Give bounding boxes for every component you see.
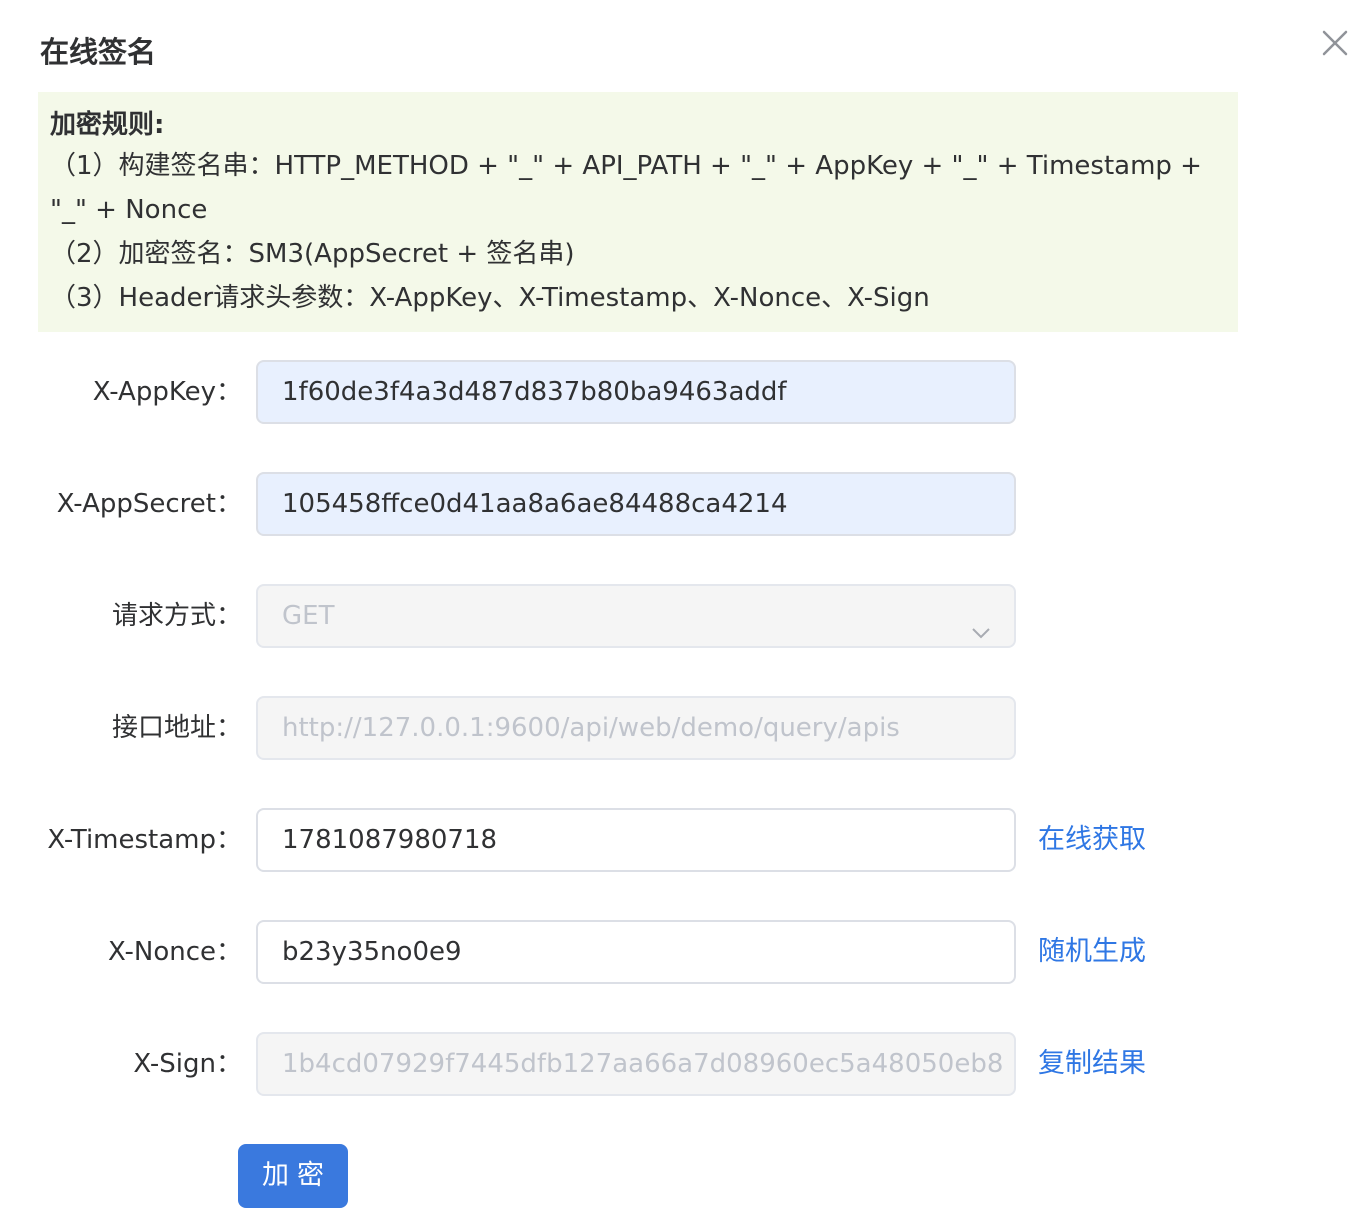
appsecret-input[interactable]: 105458ffce0d41aa8a6ae84488ca4214 xyxy=(256,472,1016,536)
timestamp-label: X-Timestamp： xyxy=(47,825,242,855)
appkey-label: X-AppKey： xyxy=(92,377,242,407)
encryption-rules-panel: 加密规则: （1）构建签名串：HTTP_METHOD + "_" + API_P… xyxy=(38,92,1238,332)
rule-line-1: （1）构建签名串：HTTP_METHOD + "_" + API_PATH + … xyxy=(50,151,1202,181)
timestamp-input[interactable]: 1781087980718 xyxy=(256,808,1016,872)
copy-result-link[interactable]: 复制结果 xyxy=(1038,1032,1146,1096)
nonce-label: X-Nonce： xyxy=(107,937,242,967)
fetch-timestamp-link[interactable]: 在线获取 xyxy=(1038,808,1146,872)
sign-row: X-Sign： 1b4cd07929f7445dfb127aa66a7d0896… xyxy=(0,1032,1350,1096)
appsecret-label: X-AppSecret： xyxy=(56,489,242,519)
sign-output[interactable]: 1b4cd07929f7445dfb127aa66a7d08960ec5a480… xyxy=(256,1032,1016,1096)
online-sign-dialog: 在线签名 加密规则: （1）构建签名串：HTTP_METHOD + "_" + … xyxy=(0,0,1350,1232)
rules-title: 加密规则: xyxy=(50,110,165,140)
appkey-input[interactable]: 1f60de3f4a3d487d837b80ba9463addf xyxy=(256,360,1016,424)
appsecret-row: X-AppSecret： 105458ffce0d41aa8a6ae84488c… xyxy=(0,472,1350,536)
generate-nonce-link[interactable]: 随机生成 xyxy=(1038,920,1146,984)
rule-line-3: （3）Header请求头参数：X-AppKey、X-Timestamp、X-No… xyxy=(50,283,930,313)
encrypt-button[interactable]: 加密 xyxy=(238,1144,348,1208)
url-label: 接口地址： xyxy=(111,713,242,743)
sign-label: X-Sign： xyxy=(133,1049,242,1079)
close-icon[interactable] xyxy=(1316,24,1350,62)
nonce-row: X-Nonce： b23y35no0e9 随机生成 xyxy=(0,920,1350,984)
nonce-input[interactable]: b23y35no0e9 xyxy=(256,920,1016,984)
method-select[interactable]: GET xyxy=(256,584,1016,648)
chevron-down-icon xyxy=(970,606,992,639)
rule-line-2: （2）加密签名：SM3(AppSecret + 签名串) xyxy=(50,239,575,269)
appkey-row: X-AppKey： 1f60de3f4a3d487d837b80ba9463ad… xyxy=(0,360,1350,424)
url-input[interactable]: http://127.0.0.1:9600/api/web/demo/query… xyxy=(256,696,1016,760)
url-row: 接口地址： http://127.0.0.1:9600/api/web/demo… xyxy=(0,696,1350,760)
method-row: 请求方式： GET xyxy=(0,584,1350,648)
timestamp-row: X-Timestamp： 1781087980718 在线获取 xyxy=(0,808,1350,872)
rule-line-1-cont: "_" + Nonce xyxy=(50,195,208,225)
dialog-title: 在线签名 xyxy=(40,35,157,69)
method-value: GET xyxy=(282,601,335,631)
method-label: 请求方式： xyxy=(111,601,242,631)
